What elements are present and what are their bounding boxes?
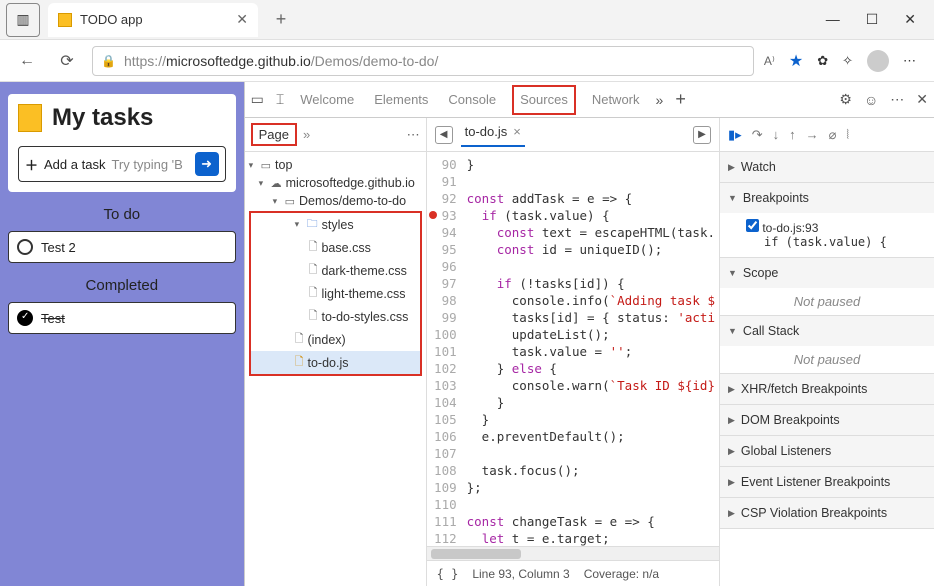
section-scope[interactable]: ▼Scope [720, 258, 934, 288]
section-breakpoints[interactable]: ▼Breakpoints [720, 183, 934, 213]
devtools-close-icon[interactable]: ✕ [916, 91, 928, 108]
add-task-submit[interactable]: ➜ [195, 152, 219, 176]
section-watch[interactable]: ▶Watch [720, 152, 934, 182]
extensions-icon[interactable]: ✿ [817, 53, 828, 69]
url-text: https://microsoftedge.github.io/Demos/de… [124, 53, 438, 69]
editor-pane: ◀ to-do.js × ▶ 9091929394959697989910010… [427, 118, 720, 586]
add-task-input[interactable]: ＋ Add a task Try typing 'B ➜ [18, 146, 226, 182]
device-icon[interactable]: ⌶ [276, 91, 284, 108]
address-bar[interactable]: 🔒 https://microsoftedge.github.io/Demos/… [92, 46, 754, 76]
tree-item-file[interactable]: 🗋light-theme.css [251, 282, 420, 305]
devtools-menu-icon[interactable]: ⋯ [890, 91, 904, 108]
page-title: My tasks [18, 104, 226, 132]
resume-icon[interactable]: ▮▸ [728, 127, 742, 143]
section-dom[interactable]: ▶DOM Breakpoints [720, 405, 934, 435]
show-debugger-icon[interactable]: ▶ [693, 126, 711, 144]
new-tab-button[interactable]: + [266, 9, 296, 30]
favorite-icon[interactable]: ★ [789, 51, 803, 71]
step-icon[interactable]: → [806, 127, 819, 142]
section-xhr[interactable]: ▶XHR/fetch Breakpoints [720, 374, 934, 404]
feedback-icon[interactable]: ☺ [864, 92, 878, 108]
section-csp[interactable]: ▶CSP Violation Breakpoints [720, 498, 934, 528]
profile-avatar[interactable] [867, 50, 889, 72]
app-page: My tasks ＋ Add a task Try typing 'B ➜ To… [0, 82, 244, 586]
navigator-tab-page[interactable]: Page [251, 123, 297, 146]
tree-item-top[interactable]: ▾▭top [245, 156, 426, 174]
task-checkbox[interactable] [17, 239, 33, 255]
breakpoint-checkbox[interactable] [746, 219, 759, 232]
callstack-not-paused: Not paused [720, 346, 934, 373]
tree-item-origin[interactable]: ▾☁microsoftedge.github.io [245, 174, 426, 192]
window-minimize-icon[interactable]: — [826, 11, 840, 28]
tab-elements[interactable]: Elements [370, 85, 432, 115]
tab-close-icon[interactable]: ✕ [236, 11, 248, 28]
section-callstack[interactable]: ▼Call Stack [720, 316, 934, 346]
task-row[interactable]: Test 2 [8, 231, 236, 263]
tree-item-file-selected[interactable]: 🗋to-do.js [251, 351, 420, 374]
breakpoint-item[interactable]: to-do.js:93 [746, 219, 924, 235]
tab-sources[interactable]: Sources [512, 85, 576, 115]
debugger-pane: ▮▸ ↷ ↓ ↑ → ⌀ ⦚ ▶Watch ▼Breakpoints to-do… [720, 118, 934, 586]
tree-item-file[interactable]: 🗋to-do-styles.css [251, 305, 420, 328]
tree-item-file[interactable]: 🗋(index) [251, 328, 420, 351]
section-todo: To do [8, 206, 236, 223]
collections-icon[interactable]: ✧ [842, 53, 853, 69]
back-button[interactable]: ← [12, 52, 42, 70]
tab-network[interactable]: Network [588, 85, 644, 115]
clipboard-icon [18, 104, 42, 132]
coverage-status: Coverage: n/a [584, 567, 659, 581]
tree-item-file[interactable]: 🗋dark-theme.css [251, 259, 420, 282]
tree-item-styles[interactable]: ▾🗀styles [251, 213, 420, 236]
add-task-label: Add a task [44, 157, 105, 172]
tree-item-file[interactable]: 🗋base.css [251, 236, 420, 259]
tab-favicon [58, 13, 72, 27]
section-global[interactable]: ▶Global Listeners [720, 436, 934, 466]
more-tabs-icon[interactable]: » [656, 92, 664, 108]
inspect-icon[interactable]: ▭ [251, 91, 264, 108]
add-task-placeholder: Try typing 'B [111, 157, 182, 172]
lock-icon: 🔒 [101, 54, 116, 68]
task-row[interactable]: Test [8, 302, 236, 334]
pause-exceptions-icon[interactable]: ⦚ [846, 127, 849, 143]
horizontal-scrollbar[interactable] [427, 546, 719, 560]
tab-title: TODO app [80, 12, 143, 27]
settings-icon[interactable]: ⚙ [839, 91, 852, 108]
editor-tab-close-icon[interactable]: × [513, 124, 521, 139]
browser-tab[interactable]: TODO app ✕ [48, 3, 258, 37]
menu-icon[interactable]: ⋯ [903, 53, 916, 69]
tab-console[interactable]: Console [444, 85, 500, 115]
step-into-icon[interactable]: ↓ [773, 127, 780, 142]
navigator-more-tabs-icon[interactable]: » [303, 127, 310, 142]
editor-tab[interactable]: to-do.js × [461, 122, 525, 147]
task-label: Test 2 [41, 240, 76, 255]
deactivate-bp-icon[interactable]: ⌀ [829, 127, 837, 143]
plus-icon: ＋ [25, 155, 38, 174]
show-navigator-icon[interactable]: ◀ [435, 126, 453, 144]
task-checkbox-checked[interactable] [17, 310, 33, 326]
section-event[interactable]: ▶Event Listener Breakpoints [720, 467, 934, 497]
code-editor[interactable]: 9091929394959697989910010110210310410510… [427, 152, 719, 546]
cursor-position: Line 93, Column 3 [472, 567, 569, 581]
tab-actions-button[interactable]: ▥ [6, 3, 40, 37]
tree-item-folder[interactable]: ▾▭Demos/demo-to-do [245, 192, 426, 210]
task-label: Test [41, 311, 65, 326]
tab-welcome[interactable]: Welcome [296, 85, 358, 115]
reading-mode-icon[interactable]: A⁾ [764, 54, 775, 68]
section-completed: Completed [8, 277, 236, 294]
breakpoint-preview: if (task.value) { [746, 235, 924, 249]
navigator-pane: Page » ⋯ ▾▭top ▾☁microsoftedge.github.io… [245, 118, 427, 586]
step-over-icon[interactable]: ↷ [752, 127, 763, 143]
navigator-menu-icon[interactable]: ⋯ [407, 127, 420, 143]
refresh-button[interactable]: ⟳ [52, 51, 82, 71]
scope-not-paused: Not paused [720, 288, 934, 315]
devtools: ▭ ⌶ Welcome Elements Console Sources Net… [244, 82, 934, 586]
step-out-icon[interactable]: ↑ [789, 127, 796, 142]
pretty-print-icon[interactable]: { } [437, 567, 459, 581]
new-panel-icon[interactable]: + [675, 89, 686, 110]
window-maximize-icon[interactable]: ☐ [866, 11, 879, 28]
window-close-icon[interactable]: ✕ [904, 11, 916, 28]
